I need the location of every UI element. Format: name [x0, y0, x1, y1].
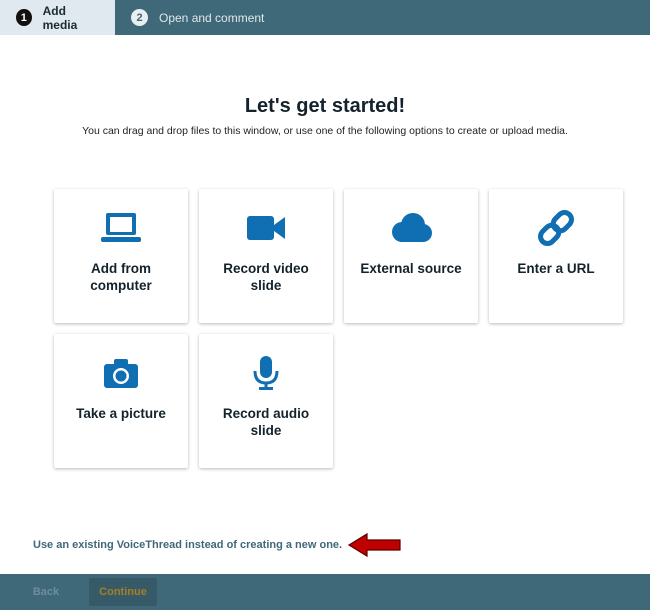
- step-open-and-comment[interactable]: 2 Open and comment: [115, 0, 280, 35]
- card-label: Record audio slide: [222, 406, 310, 438]
- left-arrow-icon: [347, 532, 403, 558]
- page-subtitle: You can drag and drop files to this wind…: [82, 125, 568, 137]
- step-number: 2: [131, 9, 148, 26]
- enter-a-url-card[interactable]: Enter a URL: [489, 189, 623, 323]
- card-label: Record video slide: [223, 261, 309, 293]
- card-label: Enter a URL: [517, 261, 595, 276]
- step-label: Add media: [42, 3, 78, 32]
- take-a-picture-card[interactable]: Take a picture: [54, 334, 188, 468]
- use-existing-voicethread-link[interactable]: Use an existing VoiceThread instead of c…: [33, 539, 342, 551]
- laptop-icon: [91, 211, 151, 245]
- footer-bar: Back Continue: [0, 574, 650, 610]
- cloud-icon: [381, 211, 441, 245]
- continue-button[interactable]: Continue: [89, 578, 157, 606]
- microphone-icon: [236, 356, 296, 390]
- record-video-slide-card[interactable]: Record video slide: [199, 189, 333, 323]
- card-label: Take a picture: [76, 406, 166, 421]
- step-number: 1: [16, 9, 32, 26]
- back-button[interactable]: Back: [24, 578, 68, 606]
- external-source-card[interactable]: External source: [344, 189, 478, 323]
- record-audio-slide-card[interactable]: Record audio slide: [199, 334, 333, 468]
- card-label: Add from computer: [90, 261, 152, 293]
- camera-icon: [91, 356, 151, 390]
- step-label: Open and comment: [159, 10, 265, 25]
- step-add-media[interactable]: 1 Add media: [0, 0, 115, 35]
- add-from-computer-card[interactable]: Add from computer: [54, 189, 188, 323]
- link-icon: [526, 210, 586, 246]
- page-title: Let's get started!: [244, 95, 406, 117]
- step-bar: 1 Add media 2 Open and comment: [0, 0, 650, 35]
- card-label: External source: [360, 261, 462, 276]
- video-camera-icon: [236, 211, 296, 245]
